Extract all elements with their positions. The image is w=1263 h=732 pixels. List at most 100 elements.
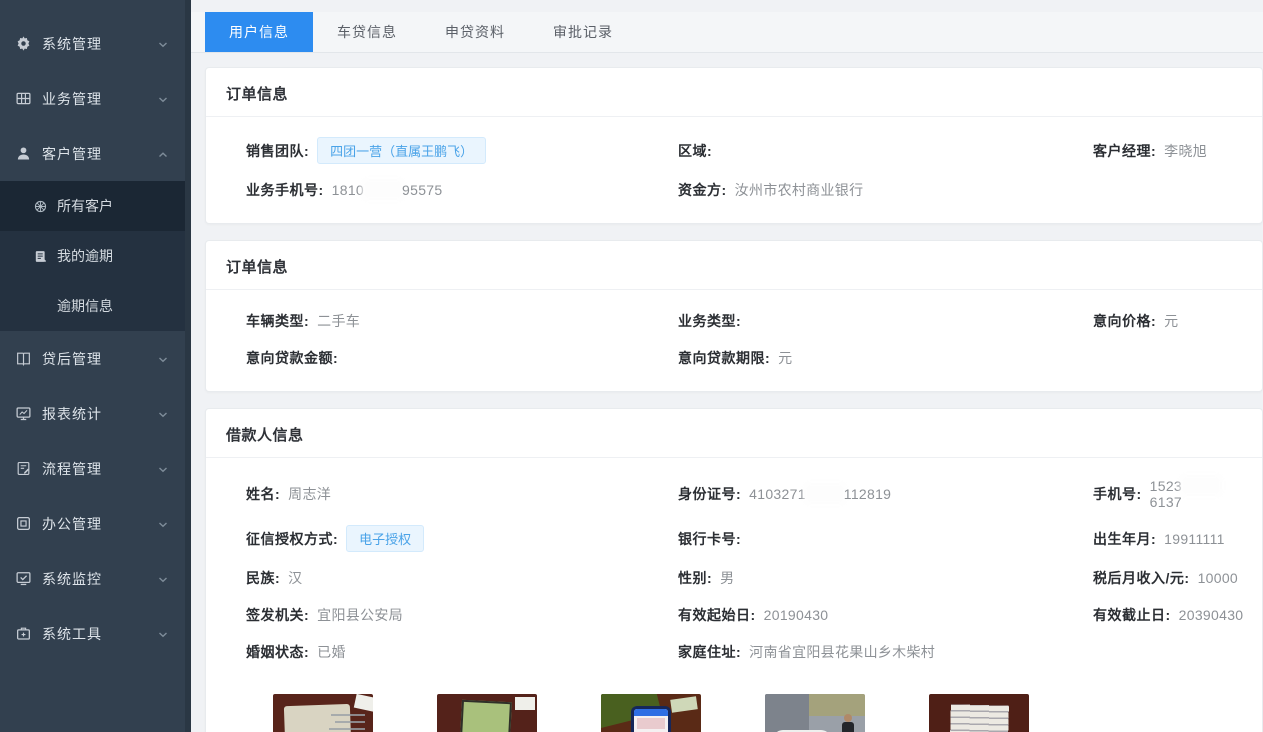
user-icon (15, 145, 32, 162)
field-label: 有效起始日: (678, 605, 756, 625)
list-item: 驾驶证照片 (437, 694, 537, 732)
notebook-icon (33, 249, 48, 264)
field-label: 性别: (678, 568, 712, 588)
list-item: 征信截图 (601, 694, 701, 732)
sidebar-item-business-management[interactable]: 业务管理 (0, 71, 185, 126)
chevron-down-icon (157, 518, 169, 530)
sidebar-item-label: 流程管理 (42, 459, 157, 479)
sidebar-item-label: 业务管理 (42, 89, 157, 109)
sidebar-item-label: 所有客户 (57, 196, 113, 216)
monitor-check-icon (15, 570, 32, 587)
sidebar-item-all-customers[interactable]: 所有客户 (0, 181, 185, 231)
field-business-type: 业务类型: (678, 310, 1093, 332)
toolbox-icon (15, 625, 32, 642)
license-booklet-photo[interactable] (437, 694, 537, 732)
card-title: 借款人信息 (206, 409, 1262, 458)
field-value: 二手车 (317, 311, 360, 331)
person-with-car-photo[interactable] (765, 694, 865, 732)
borrower-info-card: 借款人信息 姓名: 周志洋 身份证号: 4103271112819 手机号: (205, 408, 1263, 732)
list-item: 人车照 (765, 694, 865, 732)
field-value: 元 (1164, 311, 1178, 331)
field-marital-status: 婚姻状态: 已婚 (246, 641, 678, 663)
tab-approval-records[interactable]: 审批记录 (529, 12, 637, 52)
field-home-address: 家庭住址: 河南省宜阳县花果山乡木柴村 (678, 641, 1093, 663)
field-value: 15236137 (1150, 478, 1252, 510)
chevron-down-icon (157, 408, 169, 420)
field-value: 19911111 (1164, 531, 1225, 547)
field-label: 姓名: (246, 484, 280, 504)
field-label: 征信授权方式: (246, 529, 338, 549)
tab-car-loan-info[interactable]: 车贷信息 (313, 12, 421, 52)
field-label: 车辆类型: (246, 311, 309, 331)
sidebar-item-label: 逾期信息 (57, 296, 113, 316)
sidebar-item-system-monitor[interactable]: 系统监控 (0, 551, 185, 606)
field-label: 签发机关: (246, 605, 309, 625)
field-label: 业务手机号: (246, 180, 324, 200)
field-valid-from: 有效起始日: 20190430 (678, 604, 1093, 626)
field-birth: 出生年月: 19911111 (1093, 528, 1252, 550)
card-title: 订单信息 (206, 68, 1262, 117)
field-label: 意向价格: (1093, 311, 1156, 331)
sidebar-item-office-management[interactable]: 办公管理 (0, 496, 185, 551)
tab-loan-application-docs[interactable]: 申贷资料 (421, 12, 529, 52)
field-value: 汝州市农村商业银行 (735, 180, 864, 200)
borrower-photo-list: 本人照 驾驶证照片 (246, 678, 1252, 732)
chevron-down-icon (157, 353, 169, 365)
field-sales-team: 销售团队: 四团一营（直属王鹏飞） (246, 137, 678, 164)
field-label: 出生年月: (1093, 529, 1156, 549)
field-label: 银行卡号: (678, 529, 741, 549)
field-vehicle-type: 车辆类型: 二手车 (246, 310, 678, 332)
field-credit-auth: 征信授权方式: 电子授权 (246, 525, 678, 552)
sidebar: 系统管理 业务管理 客户管理 (0, 0, 191, 732)
field-value: 10000 (1198, 570, 1238, 586)
field-value: 河南省宜阳县花果山乡木柴村 (749, 642, 935, 662)
sales-team-tag[interactable]: 四团一营（直属王鹏飞） (317, 137, 486, 164)
field-label: 客户经理: (1093, 141, 1156, 161)
field-label: 税后月收入/元: (1093, 568, 1190, 588)
field-label: 有效截止日: (1093, 605, 1171, 625)
id-card-photo[interactable] (273, 694, 373, 732)
app-root: 系统管理 业务管理 客户管理 (0, 0, 1263, 732)
field-label: 区域: (678, 141, 712, 161)
sidebar-item-system-management[interactable]: 系统管理 (0, 16, 185, 71)
redaction-blur (807, 486, 843, 501)
sidebar-item-system-tools[interactable]: 系统工具 (0, 606, 185, 661)
credit-auth-tag[interactable]: 电子授权 (346, 525, 424, 552)
grid-icon (15, 90, 32, 107)
field-value: 元 (778, 348, 792, 368)
field-intent-loan-amount: 意向贷款金额: (246, 347, 678, 369)
field-label: 业务类型: (678, 311, 741, 331)
detail-tabbar: 用户信息 车贷信息 申贷资料 审批记录 (191, 12, 1263, 53)
sidebar-item-postloan-management[interactable]: 贷后管理 (0, 331, 185, 386)
tab-user-info[interactable]: 用户信息 (205, 12, 313, 52)
sidebar-item-customer-management[interactable]: 客户管理 (0, 126, 185, 181)
field-label: 资金方: (678, 180, 727, 200)
chevron-down-icon (157, 38, 169, 50)
chevron-down-icon (157, 628, 169, 640)
field-value: 周志洋 (288, 484, 331, 504)
handwritten-document-photo[interactable] (929, 694, 1029, 732)
sidebar-item-overdue-info[interactable]: 逾期信息 (0, 281, 185, 331)
field-value: 20190430 (764, 607, 829, 623)
credit-auth-screenshot[interactable] (601, 694, 701, 732)
field-value: 4103271112819 (749, 486, 891, 502)
sidebar-item-process-management[interactable]: 流程管理 (0, 441, 185, 496)
field-mobile: 手机号: 15236137 (1093, 478, 1252, 510)
redaction-blur (365, 182, 401, 197)
field-label: 销售团队: (246, 141, 309, 161)
field-valid-to: 有效截止日: 20390430 (1093, 604, 1252, 626)
list-item: 本人照 (273, 694, 373, 732)
chevron-down-icon (157, 463, 169, 475)
sidebar-item-my-overdue[interactable]: 我的逾期 (0, 231, 185, 281)
field-label: 身份证号: (678, 484, 741, 504)
field-region: 区域: (678, 140, 1093, 162)
sidebar-item-label: 客户管理 (42, 144, 157, 164)
monitor-icon (15, 405, 32, 422)
field-name: 姓名: 周志洋 (246, 483, 678, 505)
sidebar-item-label: 系统监控 (42, 569, 157, 589)
field-label: 意向贷款金额: (246, 348, 338, 368)
field-intent-loan-term: 意向贷款期限: 元 (678, 347, 1093, 369)
sidebar-item-report-statistics[interactable]: 报表统计 (0, 386, 185, 441)
sidebar-item-label: 系统工具 (42, 624, 157, 644)
field-id-number: 身份证号: 4103271112819 (678, 483, 1093, 505)
